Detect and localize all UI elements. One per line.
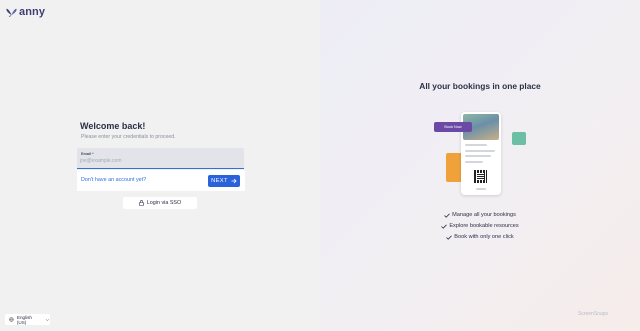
- phone-text-line: [465, 150, 495, 152]
- book-now-badge: Book Now: [434, 122, 472, 132]
- email-input[interactable]: [80, 157, 230, 165]
- phone-text-line: [465, 144, 487, 146]
- phone-text-line: [465, 155, 491, 157]
- feature-label: Manage all your bookings: [452, 212, 516, 218]
- globe-icon: [9, 317, 14, 322]
- language-label: English (US): [16, 314, 32, 325]
- phone-text-line: [465, 161, 483, 163]
- feature-label: Explore bookable resources: [449, 223, 519, 229]
- language-selector[interactable]: English (US): [5, 314, 50, 325]
- lock-icon: [138, 200, 144, 206]
- next-button-label: NEXT: [211, 178, 228, 184]
- page-subtitle: Please enter your credentials to proceed…: [81, 134, 176, 140]
- page-title: Welcome back!: [80, 121, 146, 131]
- feature-item: Manage all your bookings: [444, 212, 516, 218]
- phone-text-line: [476, 188, 486, 190]
- login-panel: anny Welcome back! Please enter your cre…: [0, 0, 320, 331]
- check-icon: [444, 213, 450, 218]
- next-button[interactable]: NEXT: [208, 175, 240, 187]
- qr-code-icon: [474, 170, 487, 183]
- chevron-down-icon: [45, 318, 50, 321]
- sso-login-button[interactable]: Login via SSO: [123, 197, 197, 209]
- feature-item: Explore bookable resources: [441, 223, 519, 229]
- brand-name: anny: [19, 6, 46, 18]
- sso-button-label: Login via SSO: [146, 200, 182, 206]
- decor-square-orange: [446, 153, 462, 182]
- watermark: ScreenSnaps: [578, 311, 609, 317]
- email-field[interactable]: Email *: [77, 148, 244, 169]
- promo-headline: All your bookings in one place: [419, 81, 541, 91]
- decor-square-teal: [512, 132, 526, 145]
- feature-list: Manage all your bookings Explore bookabl…: [320, 212, 640, 240]
- email-label: Email *: [81, 152, 94, 156]
- signup-link[interactable]: Don't have an account yet?: [81, 177, 146, 183]
- arrow-right-icon: [231, 178, 237, 184]
- feature-label: Book with only one click: [454, 234, 514, 240]
- butterfly-icon: [6, 8, 17, 17]
- check-icon: [446, 235, 453, 240]
- feature-item: Book with only one click: [446, 234, 514, 240]
- booking-illustration: Book Now: [430, 108, 530, 200]
- check-icon: [441, 224, 448, 229]
- login-actions: Don't have an account yet? NEXT: [77, 170, 245, 191]
- brand-logo[interactable]: anny: [6, 6, 45, 18]
